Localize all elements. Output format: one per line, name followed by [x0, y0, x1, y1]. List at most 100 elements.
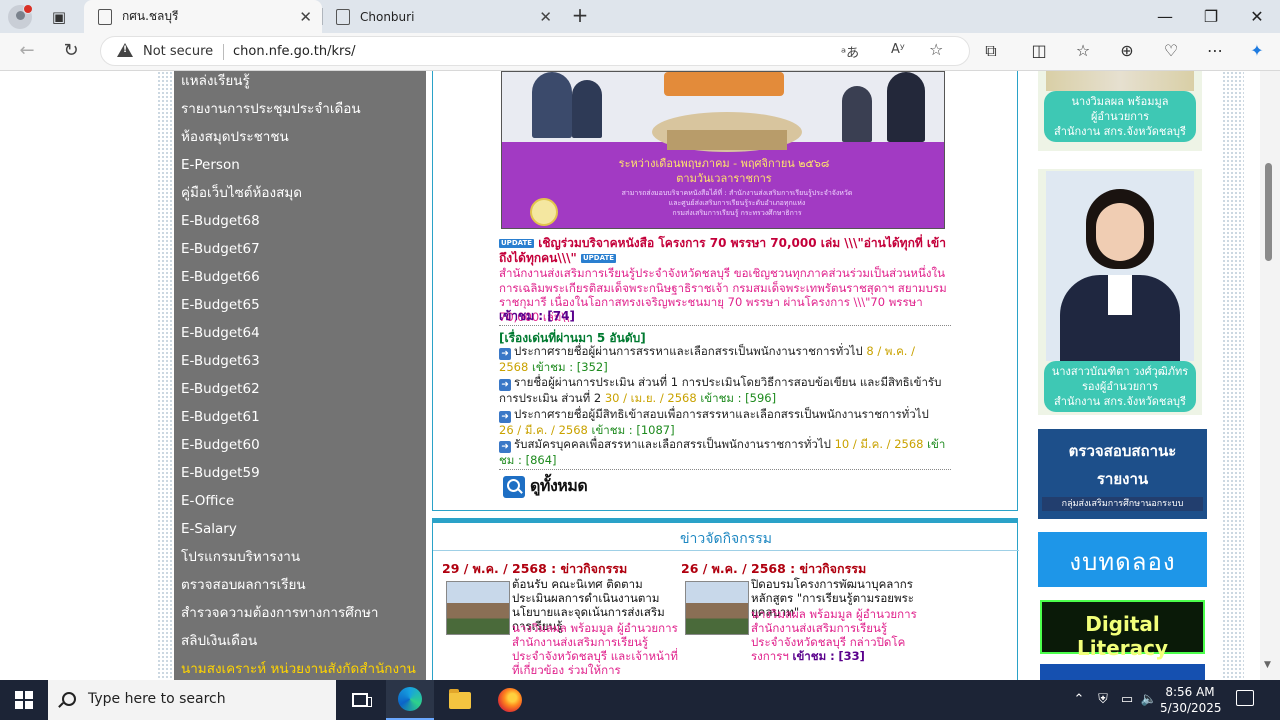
deputy-director-photo	[1046, 171, 1194, 361]
restore-button[interactable]: ❐	[1188, 0, 1234, 33]
page-scrollbar[interactable]: ▼	[1260, 71, 1280, 680]
banner-title: งบทดลอง	[1069, 548, 1176, 576]
sidebar-menu-item[interactable]: รายงานการประชุมประจำเดือน	[181, 98, 361, 126]
windows-logo-icon	[15, 691, 33, 709]
views-label: เข้าชม :	[531, 360, 574, 374]
minimize-button[interactable]: —	[1142, 0, 1188, 33]
url-text[interactable]: chon.nfe.go.th/krs/	[233, 44, 356, 59]
sidebar-menu-item[interactable]: E-Budget61	[181, 406, 260, 434]
announcement-text[interactable]: ประกาศรายชื่อผู้ผ่านการสรรหาและเลือกสรรเ…	[514, 344, 863, 358]
task-view-button[interactable]	[336, 680, 384, 720]
announcement-text[interactable]: รับสมัครบุคคลเพื่อสรรหาและเลือกสรรเป็นพน…	[514, 437, 831, 451]
activity-thumbnail[interactable]	[685, 581, 749, 635]
firefox-app-button[interactable]	[486, 680, 534, 720]
sidebar-menu-item[interactable]: E-Budget68	[181, 210, 260, 238]
sidebar-menu-item[interactable]: สำรวจความต้องการทางการศึกษา	[181, 602, 378, 630]
search-icon	[62, 692, 76, 706]
sidebar-menu-item[interactable]: E-Budget62	[181, 378, 260, 406]
refresh-button[interactable]: ↻	[56, 37, 86, 65]
activity-thumbnail[interactable]	[446, 581, 510, 635]
banner-figure	[572, 80, 602, 138]
activity-panel-title: ข่าวจัดกิจกรรม	[679, 531, 772, 547]
sidebar-menu-item[interactable]: E-Salary	[181, 518, 237, 546]
divider	[433, 550, 1019, 551]
caption-office: สำนักงาน สกร.จังหวัดชลบุรี	[1054, 395, 1186, 408]
banner-small-1: สามารถส่งมอบบริจาคหนังสือได้ที่ : สำนักง…	[621, 189, 853, 197]
main-content: ระหว่างเดือนพฤษภาคม - พฤศจิกายน ๒๕๖๘ ตาม…	[432, 71, 1020, 680]
close-window-button[interactable]: ✕	[1234, 0, 1280, 33]
sidebar-menu-item[interactable]: E-Office	[181, 490, 234, 518]
banner-title: ตรวจสอบสถานะ	[1068, 442, 1177, 460]
tab-actions-icon[interactable]: ▣	[48, 7, 70, 27]
show-hidden-icons-chevron-icon[interactable]: ⌃	[1070, 680, 1088, 720]
profile-avatar[interactable]	[8, 4, 33, 29]
news-headline[interactable]: UPDATE เชิญร่วมบริจาคหนังสือ โครงการ 70 …	[499, 236, 947, 266]
news-banner-image[interactable]: ระหว่างเดือนพฤษภาคม - พฤศจิกายน ๒๕๖๘ ตาม…	[501, 71, 945, 229]
new-tab-button[interactable]: +	[568, 4, 592, 28]
next-banner[interactable]	[1040, 664, 1205, 680]
view-all-button[interactable]: ดูทั้งหมด	[503, 474, 588, 499]
sidebar-menu-item[interactable]: E-Budget67	[181, 238, 260, 266]
sidebar-menu-item[interactable]: E-Person	[181, 154, 240, 182]
task-view-icon	[352, 693, 372, 707]
sidebar-menu-item[interactable]: E-Budget65	[181, 294, 260, 322]
performance-icon[interactable]: ♡	[1156, 37, 1186, 65]
activity-item[interactable]: 26 / พ.ค. / 2568 : ข่าวกิจกรรม ปิดอบรมโค…	[681, 559, 917, 663]
start-button[interactable]	[0, 680, 48, 720]
edge-app-button[interactable]	[386, 680, 434, 720]
web-page: แหล่งเรียนรู้ รายงานการประชุมประจำเดือน ห้…	[0, 71, 1280, 680]
read-aloud-icon[interactable]: Aʸ	[891, 42, 905, 57]
digital-literacy-banner[interactable]: Digital Literacy	[1040, 600, 1205, 660]
sidebar-menu-item[interactable]: แหล่งเรียนรู้	[181, 71, 250, 98]
back-button[interactable]: ←	[12, 37, 42, 65]
notifications-icon[interactable]	[1236, 690, 1254, 706]
close-tab-icon[interactable]: ✕	[539, 8, 552, 26]
sidebar-menu-item[interactable]: ตรวจสอบผลการเรียน	[181, 574, 306, 602]
tab-active[interactable]: กศน.ชลบุรี ✕	[84, 0, 322, 33]
announcement-item[interactable]: ➜ รับสมัครบุคคลเพื่อสรรหาและเลือกสรรเป็นพ…	[499, 437, 947, 468]
sidebar-menu-item[interactable]: นามสงเคราะห์ หน่วยงานสังกัดสำนักงาน	[181, 658, 416, 680]
system-clock[interactable]: 8:56 AM 5/30/2025	[1160, 684, 1222, 716]
security-label[interactable]: Not secure	[143, 44, 213, 59]
activity-item[interactable]: 29 / พ.ค. / 2568 : ข่าวกิจกรรม ต้อนรับ ค…	[442, 559, 678, 677]
scroll-down-arrow-icon[interactable]: ▼	[1264, 660, 1271, 670]
sidebar-menu-item[interactable]: E-Budget66	[181, 266, 260, 294]
decorative-border-left	[157, 71, 174, 680]
security-tray-icon[interactable]: ⛨	[1094, 680, 1112, 720]
banner-figure	[887, 72, 925, 142]
sidebar-menu-item[interactable]: E-Budget60	[181, 434, 260, 462]
taskbar-search[interactable]: Type here to search	[48, 680, 336, 720]
settings-more-icon[interactable]: ⋯	[1200, 37, 1230, 65]
scrollbar-thumb[interactable]	[1265, 163, 1272, 261]
sidebar-menu-item[interactable]: E-Budget63	[181, 350, 260, 378]
collections-icon[interactable]: ⊕	[1112, 37, 1142, 65]
tab-inactive[interactable]: Chonburi ✕	[322, 0, 562, 33]
sidebar-menu-item[interactable]: โปรแกรมบริหารงาน	[181, 546, 300, 574]
split-screen-icon[interactable]: ◫	[1024, 37, 1054, 65]
sidebar-menu-item[interactable]: คู่มือเว็บไซต์ห้องสมุด	[181, 182, 302, 210]
sidebar-menu-item[interactable]: ห้องสมุดประชาชน	[181, 126, 289, 154]
announcement-item[interactable]: ➜ ประกาศรายชื่อผู้มีสิทธิเข้าสอบเพื่อการส…	[499, 407, 947, 438]
announcement-item[interactable]: ➜ ประกาศรายชื่อผู้ผ่านการสรรหาและเลือกสรร…	[499, 344, 947, 375]
sidebar-menu-item[interactable]: สลิปเงินเดือน	[181, 630, 257, 658]
arrow-icon: ➜	[499, 348, 511, 360]
translate-icon[interactable]: ᵃあ	[841, 42, 859, 61]
sidebar-menu-item[interactable]: E-Budget64	[181, 322, 260, 350]
favorite-star-icon[interactable]: ☆	[929, 40, 943, 59]
favorites-icon[interactable]: ☆	[1068, 37, 1098, 65]
address-bar[interactable]: Not secure chon.nfe.go.th/krs/ ᵃあ Aʸ ☆	[100, 36, 970, 66]
network-icon[interactable]: ▭	[1118, 680, 1136, 720]
volume-icon[interactable]: 🔈	[1140, 680, 1158, 720]
headline-text[interactable]: เชิญร่วมบริจาคหนังสือ โครงการ 70 พรรษา 7…	[499, 236, 946, 265]
announcement-text[interactable]: ประกาศรายชื่อผู้มีสิทธิเข้าสอบเพื่อการสร…	[514, 407, 929, 421]
report-status-banner[interactable]: ตรวจสอบสถานะ รายงาน กลุ่มส่งเสริมการศึกษ…	[1038, 429, 1207, 519]
sidebar-menu-item[interactable]: E-Budget59	[181, 462, 260, 490]
copilot-icon[interactable]: ✦	[1242, 37, 1272, 65]
extensions-icon[interactable]: ⧉	[976, 37, 1006, 65]
search-icon	[503, 475, 525, 498]
trial-budget-banner[interactable]: งบทดลอง	[1038, 532, 1207, 587]
file-explorer-button[interactable]	[436, 680, 484, 720]
announcement-item[interactable]: ➜ รายชื่อผู้ผ่านการประเมิน ส่วนที่ 1 การป…	[499, 375, 947, 406]
close-tab-icon[interactable]: ✕	[299, 8, 312, 26]
banner-line-2: ตามวันเวลาราชการ	[676, 172, 772, 185]
